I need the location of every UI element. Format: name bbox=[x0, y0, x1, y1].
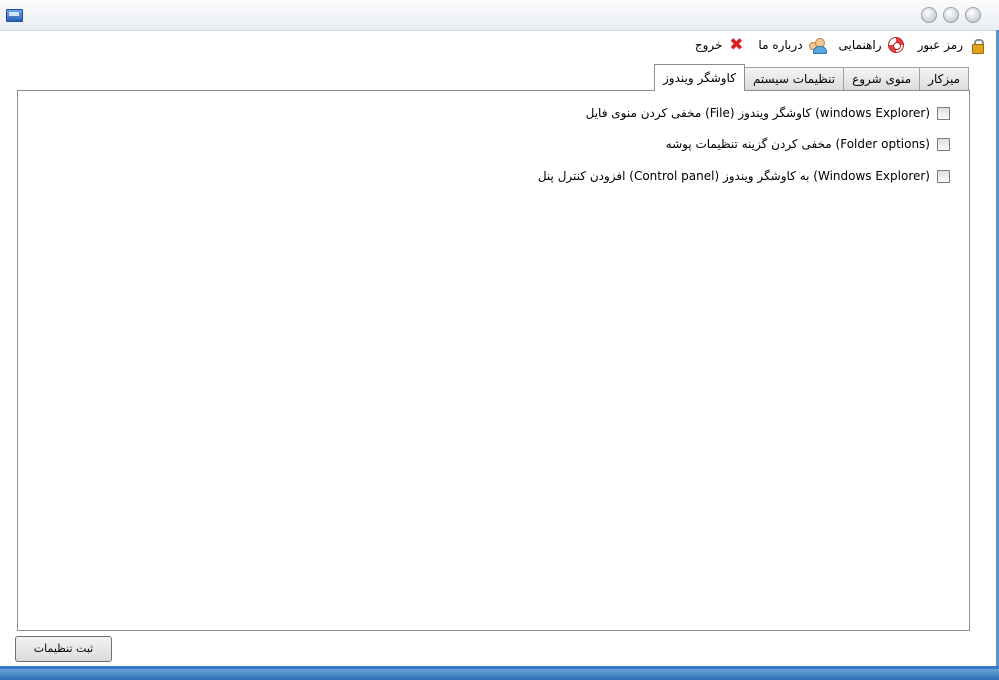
option-label: افزودن کنترل پنل (Control panel) به کاوش… bbox=[537, 169, 930, 183]
lock-icon bbox=[969, 37, 985, 54]
menu-item-about[interactable]: درباره ما bbox=[758, 37, 827, 54]
red-x-icon: ✖ bbox=[729, 35, 744, 55]
menu-item-exit[interactable]: ✖ خروج bbox=[694, 35, 745, 55]
window-title-bar[interactable] bbox=[0, 0, 999, 31]
save-settings-button[interactable]: ثبت تنظیمات bbox=[15, 636, 112, 662]
menu-item-label: درباره ما bbox=[758, 38, 803, 52]
menu-bar: رمز عبور راهنمایی درباره ما ✖ خروج bbox=[681, 35, 985, 55]
taskbar-edge bbox=[0, 669, 999, 680]
app-icon bbox=[6, 9, 23, 22]
checkbox-add-control-panel[interactable] bbox=[937, 169, 950, 183]
option-hide-file-menu: مخفی کردن منوی فایل (File) کاوشگر ویندوز… bbox=[586, 106, 950, 120]
tab-panel-windows-explorer: مخفی کردن منوی فایل (File) کاوشگر ویندوز… bbox=[17, 90, 970, 631]
checkbox-hide-file-menu[interactable] bbox=[937, 106, 950, 120]
tab-windows-explorer[interactable]: کاوشگر ویندوز bbox=[654, 64, 745, 91]
maximize-button[interactable] bbox=[943, 7, 959, 23]
menu-item-password[interactable]: رمز عبور bbox=[917, 37, 985, 54]
menu-item-help[interactable]: راهنمایی bbox=[839, 37, 904, 53]
menu-item-label: راهنمایی bbox=[838, 38, 882, 52]
option-label: مخفی کردن گزینه تنظیمات پوشه (Folder opt… bbox=[665, 137, 930, 151]
option-hide-folder-options: مخفی کردن گزینه تنظیمات پوشه (Folder opt… bbox=[666, 137, 950, 151]
checkbox-hide-folder-options[interactable] bbox=[937, 137, 950, 151]
menu-item-label: رمز عبور bbox=[917, 38, 963, 52]
close-button[interactable] bbox=[965, 7, 981, 23]
tab-desktop[interactable]: میزکار bbox=[919, 67, 969, 90]
users-icon bbox=[808, 37, 827, 54]
option-add-control-panel: افزودن کنترل پنل (Control panel) به کاوش… bbox=[538, 169, 950, 183]
lifebuoy-icon bbox=[887, 37, 904, 53]
tab-system-settings[interactable]: تنظیمات سیستم bbox=[743, 67, 845, 90]
menu-item-label: خروج bbox=[694, 38, 723, 52]
tab-start-menu[interactable]: منوی شروع bbox=[843, 67, 921, 90]
tab-strip: میزکار منوی شروع تنظیمات سیستم کاوشگر وی… bbox=[654, 63, 969, 91]
option-label: مخفی کردن منوی فایل (File) کاوشگر ویندوز… bbox=[585, 106, 930, 120]
minimize-button[interactable] bbox=[921, 7, 937, 23]
